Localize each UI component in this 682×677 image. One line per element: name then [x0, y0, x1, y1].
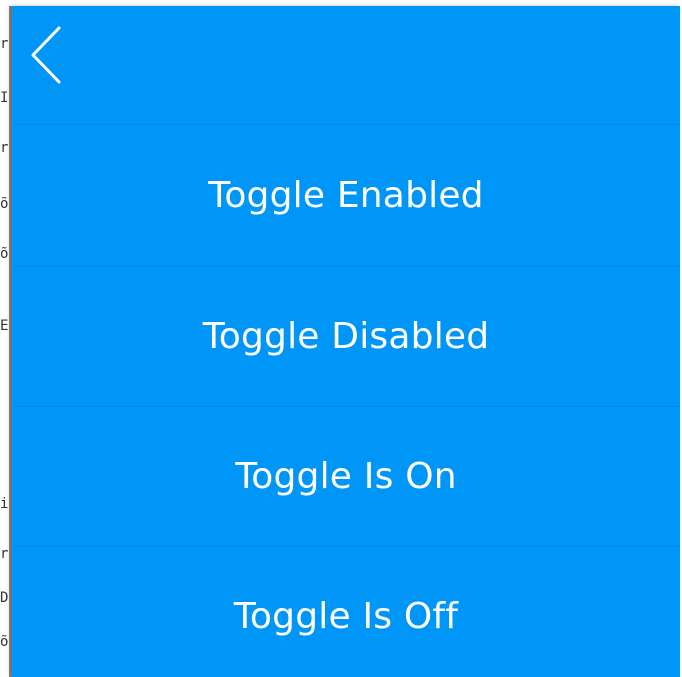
menu-item-toggle-is-off[interactable]: Toggle Is Off	[12, 546, 680, 677]
menu-item-toggle-is-on[interactable]: Toggle Is On	[12, 406, 680, 546]
menu-item-label: Toggle Is Off	[233, 596, 459, 637]
underlying-text-fragment: õ	[0, 196, 9, 212]
underlying-text-fragment: õ	[0, 246, 9, 262]
menu-item-toggle-enabled[interactable]: Toggle Enabled	[12, 124, 680, 266]
underlying-text-fragment: i	[0, 496, 9, 512]
back-button[interactable]	[26, 20, 66, 90]
menu-item-toggle-disabled[interactable]: Toggle Disabled	[12, 266, 680, 406]
underlying-text-fragment: r	[0, 546, 9, 562]
underlying-text-fragment: r	[0, 36, 9, 52]
underlying-text-fragment: r	[0, 140, 9, 156]
chevron-left-icon	[31, 26, 61, 84]
menu-item-label: Toggle Disabled	[202, 316, 490, 357]
menu-item-label: Toggle Is On	[235, 456, 457, 497]
underlying-text-fragment: E	[0, 318, 9, 334]
underlying-text-fragment: D	[0, 590, 9, 606]
underlying-text-fragment: I	[0, 90, 9, 106]
screen: r I r õ õ E i r D õ Toggle Enabled Toggl…	[0, 0, 682, 677]
menu-item-label: Toggle Enabled	[208, 175, 484, 216]
toggle-menu: Toggle Enabled Toggle Disabled Toggle Is…	[12, 124, 680, 677]
underlying-text-fragment: õ	[0, 634, 9, 650]
